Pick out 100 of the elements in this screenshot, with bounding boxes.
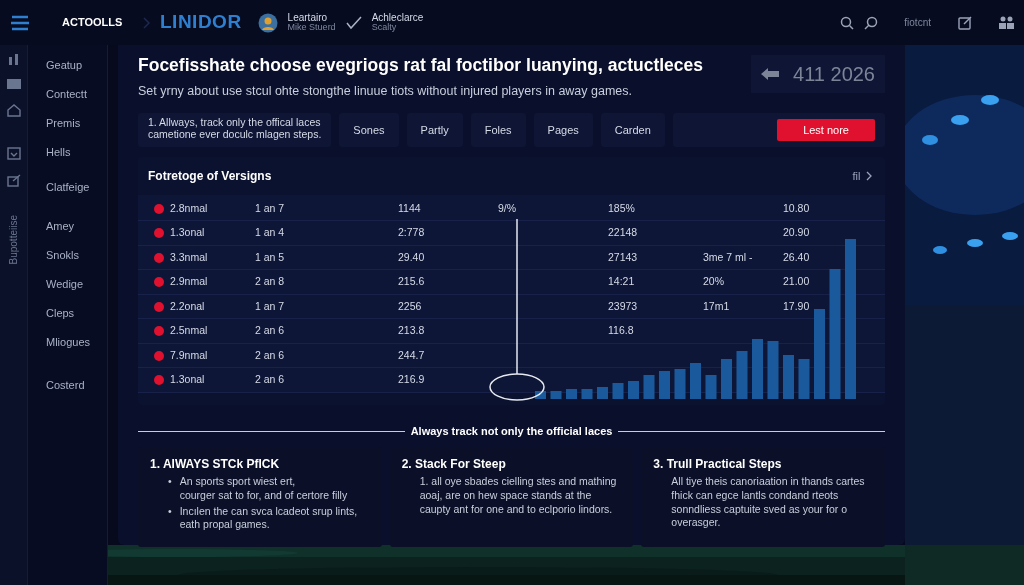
- sidebar-item[interactable]: Costerd: [46, 371, 107, 400]
- table-cell: 20.90: [783, 226, 810, 239]
- people-icon[interactable]: [999, 15, 1014, 30]
- highlight-ellipse: [489, 373, 545, 401]
- table-cell: 2 an 6: [255, 324, 285, 337]
- bar: [550, 390, 562, 399]
- sidebar-item[interactable]: Amey: [46, 212, 107, 241]
- status-dot: [154, 228, 164, 238]
- table-title: Fotretoge of Versigns: [148, 167, 272, 185]
- table-cell: 29.40: [398, 250, 425, 263]
- status-dot: [154, 252, 164, 263]
- status-dot: [154, 350, 164, 361]
- table-cell: 10.80: [783, 201, 810, 214]
- table-cell: 21.00: [783, 275, 810, 288]
- step-item: An sports sport wiest ert, courger sat to for, and of certore filly: [179, 475, 348, 503]
- user-name: Leartairo: [287, 12, 328, 24]
- table-cell: 1 an 5: [255, 250, 285, 263]
- home-icon[interactable]: [6, 103, 21, 117]
- check-icon: [345, 15, 362, 30]
- table-cell: 1.3onal: [170, 373, 205, 386]
- sidebar-item[interactable]: Mliogues: [46, 328, 107, 357]
- primary-button[interactable]: Lest nore: [777, 118, 875, 141]
- bar: [581, 388, 593, 399]
- sidebar-item[interactable]: Hells: [46, 138, 107, 167]
- table-cell: 1 an 7: [255, 201, 285, 214]
- mail-icon[interactable]: [6, 79, 21, 89]
- avatar-icon[interactable]: [257, 12, 278, 33]
- status-label: Achleclarce: [371, 12, 424, 24]
- bullet: •: [168, 475, 172, 490]
- status-dot: [154, 301, 164, 312]
- step-text: All tiye theis canoriaation in thands cartes fhick can egce lantls condand rteots sonndliess captuite sved as your for o overasger.: [671, 475, 866, 530]
- page-subtitle: Set yrny about use stcul ohte stongthe linuue tiots without injured players in away games.: [138, 83, 634, 100]
- filter-button[interactable]: Partly: [406, 112, 463, 147]
- table-cell: 2 an 6: [255, 348, 285, 361]
- table-cell: 185%: [608, 201, 635, 214]
- sidebar-item[interactable]: Snokls: [46, 241, 107, 270]
- table-cell: 3me 7 ml -: [703, 250, 753, 263]
- bar: [752, 338, 763, 399]
- filter-button[interactable]: Sones: [339, 112, 399, 147]
- status-dot: [154, 277, 164, 287]
- bar: [659, 370, 670, 399]
- table-cell: 213.8: [398, 324, 425, 337]
- sidebar-item[interactable]: Premis: [46, 109, 107, 138]
- step-title: 1. AIWAYS STCk PfICK: [150, 456, 281, 474]
- sidebar-item[interactable]: Geatup: [46, 51, 107, 80]
- header-link[interactable]: fiotcnt: [904, 17, 931, 28]
- table-cell: 216.9: [398, 373, 425, 386]
- filter-button[interactable]: Carden: [600, 112, 665, 147]
- app-name: ACTOOLLS: [62, 15, 124, 31]
- page-heading: Focefisshate choose evegriogs rat fal foctibor luanying, actuctleces: [138, 55, 704, 76]
- table-cell: 22148: [608, 226, 638, 239]
- table-cell: 2 an 6: [255, 373, 285, 386]
- sidebar-item[interactable]: Clatfeige: [46, 173, 107, 202]
- section-divider-label: Always track not only the official laces: [410, 423, 613, 439]
- bar: [736, 350, 748, 399]
- status-dot: [154, 326, 164, 336]
- edit-icon[interactable]: [6, 174, 21, 187]
- table-cell: 2.5nmal: [170, 324, 208, 337]
- table-cell: 26.40: [783, 250, 810, 263]
- inbox-icon[interactable]: [6, 147, 21, 160]
- bar: [628, 380, 639, 399]
- status-dot: [154, 203, 164, 214]
- step-title: 2. Stack For Steep: [401, 456, 507, 474]
- sidebar-item[interactable]: Cleps: [46, 299, 107, 328]
- table-cell: 1 an 7: [255, 299, 285, 312]
- search-icon[interactable]: [863, 15, 878, 30]
- bar: [597, 386, 608, 399]
- table-cell: 2.9nmal: [170, 275, 208, 288]
- step-item: Incılen the can svca lcadeot srup lints, eath propal games.: [179, 504, 358, 532]
- bar: [535, 390, 546, 399]
- table-cell: 2.8nmal: [170, 201, 208, 214]
- chevron-icon[interactable]: [866, 170, 873, 181]
- filter-button[interactable]: Foles: [470, 112, 526, 147]
- arrow-icon[interactable]: [761, 68, 780, 80]
- table-cell: 17m1: [703, 299, 730, 312]
- table-cell: 14:21: [608, 275, 635, 288]
- table-cell: 244.7: [398, 348, 425, 361]
- sidebar-item[interactable]: Contectt: [46, 80, 107, 109]
- table-cell: 116.8: [608, 324, 634, 337]
- edit-icon[interactable]: [957, 15, 973, 30]
- bar: [767, 340, 779, 399]
- bar: [705, 374, 717, 399]
- bar: [643, 374, 655, 399]
- bar: [721, 358, 732, 399]
- table-cell: 1 an 4: [255, 226, 285, 239]
- chart-icon[interactable]: [6, 53, 21, 65]
- table-cell: 27143: [608, 250, 638, 263]
- search-icon[interactable]: [839, 15, 854, 30]
- status-subtitle: Scalty: [371, 23, 398, 33]
- table-cell: 2.2onal: [170, 299, 205, 312]
- sidebar-item[interactable]: Wedige: [46, 270, 107, 299]
- step-title: 3. Trull Practical Steps: [653, 456, 783, 474]
- bar: [783, 354, 794, 399]
- status-dot: [154, 375, 164, 385]
- filter-button[interactable]: Pages: [533, 112, 593, 147]
- logo[interactable]: LINIDOR: [160, 8, 242, 37]
- user-subtitle: Mike Stuerd: [287, 23, 336, 33]
- chevron-icon: [142, 16, 150, 29]
- note-text: 1. Allways, track only the offical laces cametione ever doculc mlagen steps.: [138, 112, 332, 147]
- filter-link[interactable]: fil: [852, 167, 861, 184]
